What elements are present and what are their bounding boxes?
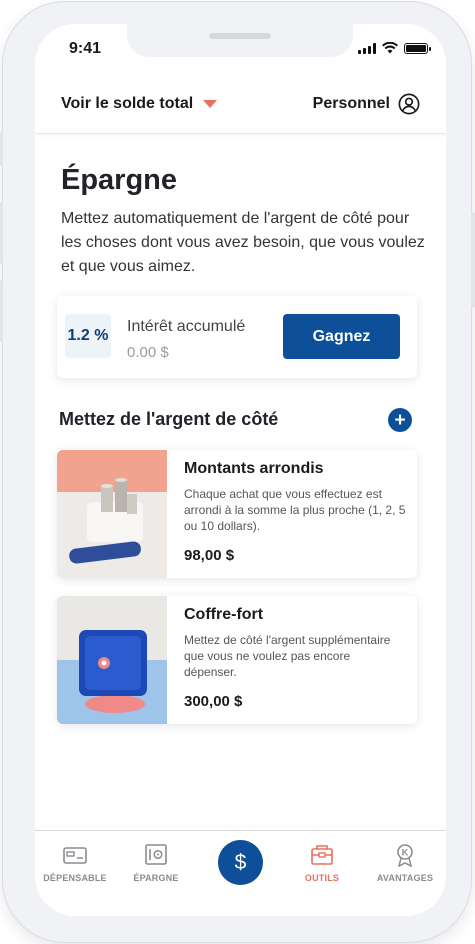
cellular-signal-icon — [358, 42, 376, 54]
device-notch — [127, 24, 353, 57]
nav-benefits[interactable]: K AVANTAGES — [365, 843, 445, 883]
safe-image — [57, 596, 167, 724]
total-balance-toggle[interactable]: Voir le solde total — [61, 95, 218, 113]
top-header: Voir le solde total Personnel — [35, 82, 446, 134]
safe-icon — [145, 844, 167, 865]
section-title: Mettez de l'argent de côté — [59, 409, 279, 429]
bottom-navigation: DÉPENSABLE ÉPARGNE $ OUTILS K AVANTAGES — [35, 830, 446, 916]
interest-card: 1.2 % Intérêt accumulé 0.00 $ Gagnez — [57, 296, 417, 378]
phone-side-button — [0, 132, 3, 166]
status-icons — [358, 42, 431, 54]
card-description: Mettez de côté l'argent supplémentaire q… — [184, 633, 391, 679]
caret-down-icon — [203, 100, 218, 108]
roundup-savings-card[interactable]: Montants arrondis Chaque achat que vous … — [57, 450, 417, 578]
vault-savings-card[interactable]: Coffre-fort Mettez de côté l'argent supp… — [57, 596, 417, 724]
phone-volume-up-button — [0, 202, 3, 264]
dollar-action-button[interactable]: $ — [218, 840, 263, 885]
page-intro: Mettez automatiquement de l'argent de cô… — [61, 210, 425, 275]
app-screen: 9:41 Voir le solde total Personnel Éparg… — [35, 24, 446, 916]
nav-label: DÉPENSABLE — [43, 873, 107, 883]
card-amount: 98,00 $ — [184, 547, 235, 564]
dollar-icon: $ — [234, 850, 247, 874]
interest-amount: 0.00 $ — [127, 344, 169, 361]
nav-savings[interactable]: ÉPARGNE — [116, 843, 196, 883]
phone-frame: 9:41 Voir le solde total Personnel Éparg… — [0, 2, 475, 942]
coins-image — [57, 450, 167, 578]
nav-label: ÉPARGNE — [133, 873, 179, 883]
nav-tools[interactable]: OUTILS — [282, 843, 362, 883]
nav-label: OUTILS — [304, 873, 340, 883]
phone-volume-down-button — [0, 280, 3, 342]
toolbox-icon — [311, 845, 333, 865]
svg-text:K: K — [402, 848, 409, 858]
earn-button[interactable]: Gagnez — [283, 314, 400, 359]
battery-icon — [404, 42, 431, 54]
interest-label: Intérêt accumulé — [127, 318, 246, 335]
card-description: Chaque achat que vous effectuez est arro… — [184, 487, 406, 533]
card-title: Montants arrondis — [184, 460, 324, 477]
nav-label: AVANTAGES — [376, 873, 434, 883]
wifi-icon — [382, 42, 398, 54]
status-time: 9:41 — [69, 40, 102, 57]
user-circle-icon — [398, 93, 420, 115]
nav-spendable[interactable]: DÉPENSABLE — [35, 843, 115, 883]
profile-switcher[interactable]: Personnel — [313, 93, 420, 115]
speaker-grille — [209, 33, 271, 39]
wallet-card-icon — [63, 847, 87, 864]
add-savings-button[interactable]: + — [388, 408, 412, 432]
profile-label: Personnel — [312, 95, 390, 112]
badge-ribbon-icon: K — [397, 844, 413, 867]
phone-power-button — [471, 212, 475, 308]
interest-rate-badge: 1.2 % — [65, 314, 111, 358]
page-title: Épargne — [61, 164, 178, 196]
card-amount: 300,00 $ — [184, 693, 243, 710]
card-title: Coffre-fort — [184, 606, 264, 623]
total-balance-label: Voir le solde total — [61, 95, 194, 112]
